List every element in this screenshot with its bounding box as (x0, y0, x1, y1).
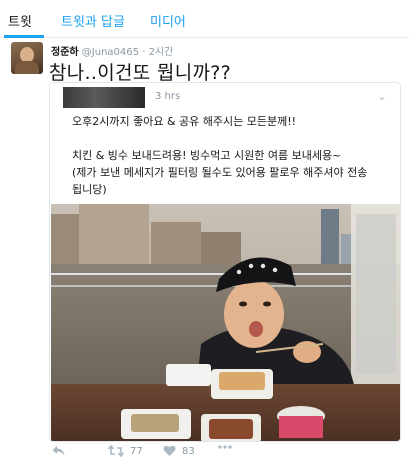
user-name[interactable]: 정준하 (51, 47, 79, 58)
tweet-header: 정준하 @Juna0465 · 2시간 (51, 43, 173, 58)
reply-button[interactable] (52, 445, 65, 457)
quoted-line: 오후2시까지 좋아요 & 공유 해주시는 모든분께!! (72, 115, 297, 128)
tab-tweets[interactable]: 트윗 (8, 11, 32, 30)
heart-icon (163, 445, 176, 456)
tab-media[interactable]: 미디어 (150, 11, 186, 30)
like-button[interactable]: 83 (163, 445, 195, 457)
retweet-icon (108, 445, 124, 457)
active-tab-indicator (4, 35, 44, 38)
separator: · (142, 47, 146, 58)
tab-tweets-and-replies[interactable]: 트윗과 답글 (61, 11, 125, 30)
quoted-line: 됩니당) (72, 183, 107, 196)
avatar[interactable] (11, 42, 43, 74)
quoted-line: (제가 보낸 메세지가 필터링 될수도 있어용 팔로우 해주셔야 전송 (72, 166, 368, 179)
quoted-author-image (63, 87, 145, 108)
like-count: 83 (182, 445, 195, 457)
chevron-down-icon[interactable]: ⌄ (375, 90, 389, 104)
more-dots-icon (218, 445, 232, 449)
tweet-actions: 77 83 (0, 440, 409, 466)
quoted-tweet-time[interactable]: 3 hrs (155, 91, 180, 102)
more-button[interactable] (218, 445, 232, 449)
quoted-line: 치킨 & 빙수 보내드려용! 빙수먹고 시원한 여름 보내세용~ (72, 149, 342, 162)
user-handle[interactable]: @Juna0465 (82, 47, 139, 58)
reply-icon (52, 446, 65, 456)
tweet-time[interactable]: 2시간 (149, 47, 174, 58)
quoted-tweet-card[interactable]: 3 hrs ⌄ 오후2시까지 좋아요 & 공유 해주시는 모든분께!! 치킨 &… (49, 82, 401, 442)
retweet-button[interactable]: 77 (108, 445, 143, 457)
profile-tabs: 트윗 트윗과 답글 미디어 (0, 0, 409, 38)
quoted-tweet-text: 오후2시까지 좋아요 & 공유 해주시는 모든분께!! 치킨 & 빙수 보내드려… (72, 113, 397, 198)
tweet-photo[interactable] (51, 204, 401, 442)
tweet-text: 참나..이건또 뭡니까?? (49, 62, 232, 84)
retweet-count: 77 (130, 445, 143, 457)
